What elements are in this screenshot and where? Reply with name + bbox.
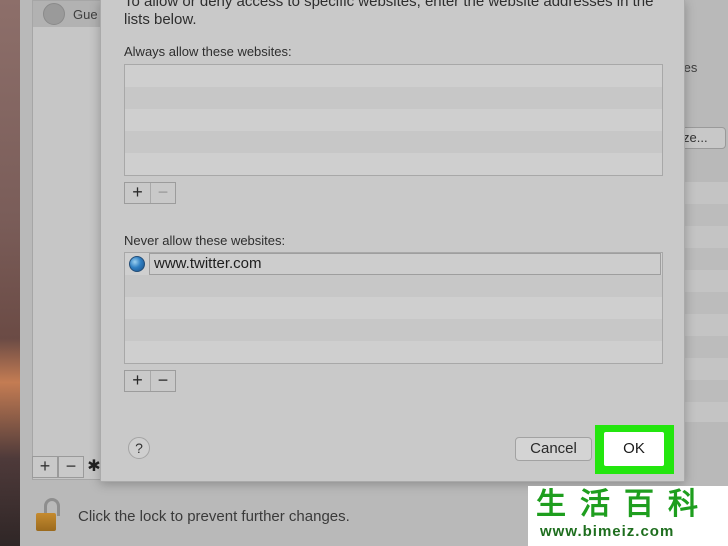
deny-add-button[interactable]: +	[125, 371, 150, 391]
website-entry-field[interactable]: www.twitter.com	[149, 253, 661, 275]
allow-list-buttons: + −	[124, 182, 176, 204]
sheet-intro-text: To allow or deny access to specific webs…	[124, 0, 654, 28]
allow-remove-button[interactable]: −	[150, 183, 175, 203]
lock-icon[interactable]	[34, 498, 60, 534]
deny-remove-button[interactable]: −	[150, 371, 175, 391]
watermark-url: www.bimeiz.com	[540, 523, 675, 540]
deny-list[interactable]: www.twitter.com	[124, 252, 663, 364]
avatar	[43, 3, 65, 25]
user-list-buttons: + − ✱	[32, 456, 104, 478]
watermark-logo: 生活百科	[536, 488, 712, 521]
website-restrictions-sheet: To allow or deny access to specific webs…	[100, 0, 685, 482]
lock-footer: Click the lock to prevent further change…	[30, 486, 530, 546]
background-list	[684, 182, 728, 422]
deny-list-buttons: + −	[124, 370, 176, 392]
allow-add-button[interactable]: +	[125, 183, 150, 203]
user-name: Gue	[73, 6, 98, 22]
help-button[interactable]: ?	[128, 437, 150, 459]
lock-text: Click the lock to prevent further change…	[78, 507, 350, 525]
allow-list-label: Always allow these websites:	[124, 44, 292, 59]
watermark: 生活百科 www.bimeiz.com	[528, 486, 728, 546]
globe-icon	[129, 256, 145, 272]
list-item[interactable]: www.twitter.com	[125, 253, 662, 275]
remove-user-button[interactable]: −	[58, 456, 84, 478]
add-user-button[interactable]: +	[32, 456, 58, 478]
deny-list-label: Never allow these websites:	[124, 233, 286, 248]
allow-list[interactable]	[124, 64, 663, 176]
cancel-button[interactable]: Cancel	[515, 437, 592, 461]
ok-button[interactable]: OK	[604, 432, 664, 466]
